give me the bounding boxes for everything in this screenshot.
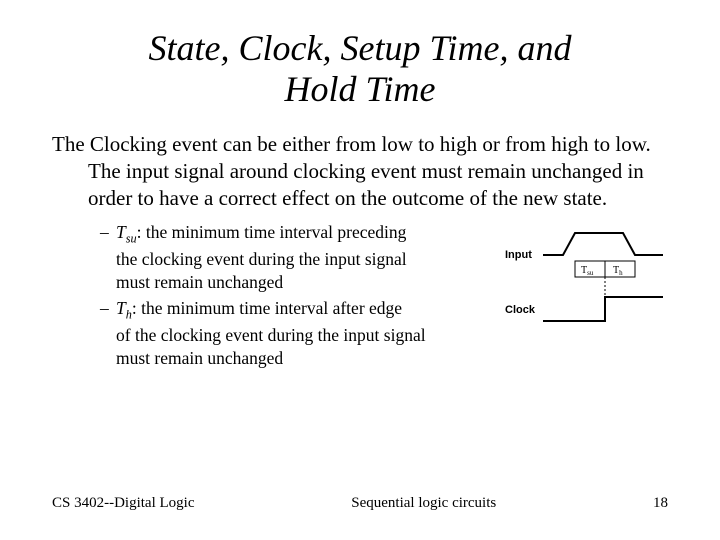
timing-diagram-svg: Input Tsu Th Clock (503, 225, 668, 335)
bullet-th: Th: the minimum time interval after edge… (100, 297, 495, 369)
th-text-3: must remain unchanged (116, 347, 495, 370)
th-text-2: of the clocking event during the input s… (116, 324, 495, 347)
tsu-label: Tsu (581, 265, 594, 277)
clock-waveform-icon (543, 297, 663, 321)
bullet-list: Tsu: the minimum time interval preceding… (52, 221, 495, 373)
th-var: T (116, 298, 126, 318)
slide-footer: CS 3402--Digital Logic Sequential logic … (0, 495, 720, 512)
input-label: Input (505, 249, 532, 261)
slide-title: State, Clock, Setup Time, and Hold Time (0, 0, 720, 119)
input-waveform-icon (543, 233, 663, 255)
tsu-text-2: the clocking event during the input sign… (116, 248, 495, 271)
th-text-1: : the minimum time interval after edge (132, 298, 402, 318)
tsu-text-1: : the minimum time interval preceding (137, 222, 407, 242)
clock-label: Clock (505, 304, 536, 316)
tsu-text-3: must remain unchanged (116, 271, 495, 294)
tsu-var: T (116, 222, 126, 242)
title-line-1: State, Clock, Setup Time, and (149, 28, 572, 68)
footer-right: 18 (653, 495, 668, 512)
timing-diagram: Input Tsu Th Clock (503, 221, 668, 335)
tsu-sub: su (126, 232, 137, 246)
slide: State, Clock, Setup Time, and Hold Time … (0, 0, 720, 540)
bullet-tsu: Tsu: the minimum time interval preceding… (100, 221, 495, 293)
footer-center: Sequential logic circuits (351, 495, 496, 512)
footer-left: CS 3402--Digital Logic (52, 495, 195, 512)
slide-body: The Clocking event can be either from lo… (0, 119, 720, 373)
title-line-2: Hold Time (284, 69, 435, 109)
content-columns: Tsu: the minimum time interval preceding… (52, 221, 668, 373)
th-label: Th (613, 265, 623, 277)
main-paragraph: The Clocking event can be either from lo… (52, 131, 668, 212)
